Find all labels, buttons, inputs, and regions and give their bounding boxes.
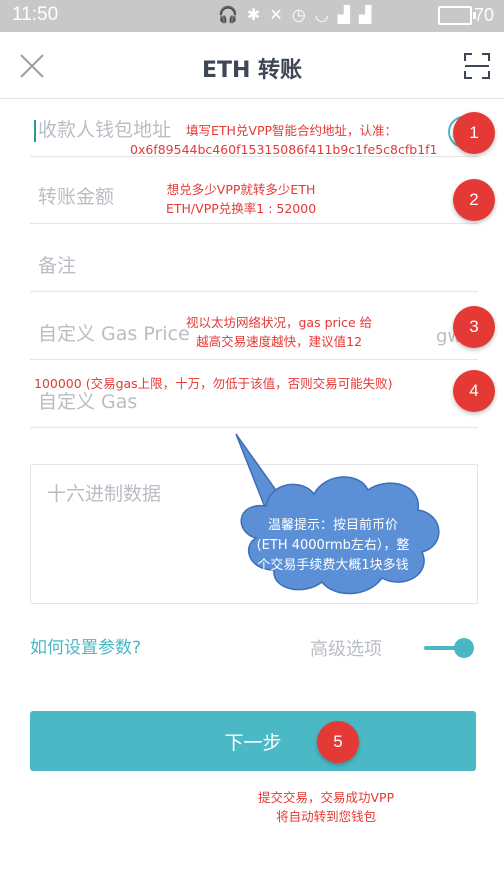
step-badge-4: 4 [453, 370, 495, 412]
memo-input[interactable] [36, 254, 420, 278]
step-badge-3: 3 [453, 306, 495, 348]
annotation-contract-hash: 0x6f89544bc460f15315086f411b9c1fe5c8cfb1… [130, 140, 438, 159]
annotation-line: 提交交易，交易成功VPP [258, 790, 395, 805]
next-step-button[interactable]: 下一步 [30, 711, 476, 771]
wifi-icon: ◡ [314, 5, 338, 24]
gas-limit-input[interactable] [36, 390, 420, 414]
status-time: 11:50 [12, 4, 59, 25]
bluetooth-icon: ✱ [246, 5, 270, 24]
alarm-icon: ◷ [291, 5, 315, 24]
step-badge-2: 2 [453, 179, 495, 221]
scan-icon[interactable] [463, 52, 491, 80]
annotation-contract-address: 填写ETH兑VPP智能合约地址，认准： [186, 121, 397, 140]
page-title: ETH 转账 [201, 58, 303, 83]
app-header: ETH 转账 [0, 32, 504, 99]
headphones-icon: 🎧 [218, 5, 247, 24]
annotation-submit: 提交交易，交易成功VPP 将自动转到您钱包 [258, 788, 394, 826]
tip-cloud-text: 温馨提示：按目前币价 (ETH 4000rmb左右），整 个交易手续费大概1块多… [226, 516, 440, 576]
step-badge-1: 1 [453, 112, 495, 154]
annotation-line: 填写ETH兑VPP智能合约地址，认准： [186, 123, 398, 138]
battery-icon [438, 6, 476, 25]
toggle-knob [454, 638, 474, 658]
tip-line: 温馨提示：按目前币价 [267, 518, 398, 533]
memo-field-row [30, 224, 478, 292]
step-badge-5: 5 [317, 721, 359, 763]
annotation-line: 将自动转到您钱包 [276, 809, 377, 824]
how-to-set-params-link[interactable]: 如何设置参数? [30, 633, 141, 658]
status-icons: 🎧✱✕◷◡▟▟ [218, 5, 380, 24]
annotation-line: 视以太坊网络状况，gas price 给 [186, 315, 373, 330]
advanced-options-toggle[interactable] [424, 636, 476, 660]
signal-icon: ▟ [358, 5, 381, 24]
tip-line: 个交易手续费大概1块多钱 [257, 558, 409, 573]
annotation-line: 越高交易速度越快，建议值12 [196, 334, 363, 349]
gas-limit-field-row [30, 360, 478, 428]
advanced-options-label: 高级选项 [310, 639, 382, 660]
battery-level: 70 [474, 5, 495, 25]
signal-icon: ▟ [337, 5, 359, 24]
annotation-gas-limit: 100000 (交易gas上限，十万，勿低于该值，否则交易可能失败) [34, 374, 393, 393]
annotation-line: 100000 (交易gas上限，十万，勿低于该值，否则交易可能失败) [34, 376, 393, 391]
annotation-line: ETH/VPP兑换率1 : 52000 [166, 201, 317, 216]
annotation-line: 0x6f89544bc460f15315086f411b9c1fe5c8cfb1… [130, 142, 438, 157]
tip-line: (ETH 4000rmb左右），整 [256, 538, 410, 553]
annotation-line: 想兑多少VPP就转多少ETH [166, 182, 316, 197]
status-bar: 11:50 🎧✱✕◷◡▟▟ 70 [0, 0, 504, 32]
annotation-amount: 想兑多少VPP就转多少ETH ETH/VPP兑换率1 : 52000 [166, 180, 316, 218]
mute-icon: ✕ [269, 5, 292, 24]
annotation-gas-price: 视以太坊网络状况，gas price 给 越高交易速度越快，建议值12 [186, 313, 372, 351]
